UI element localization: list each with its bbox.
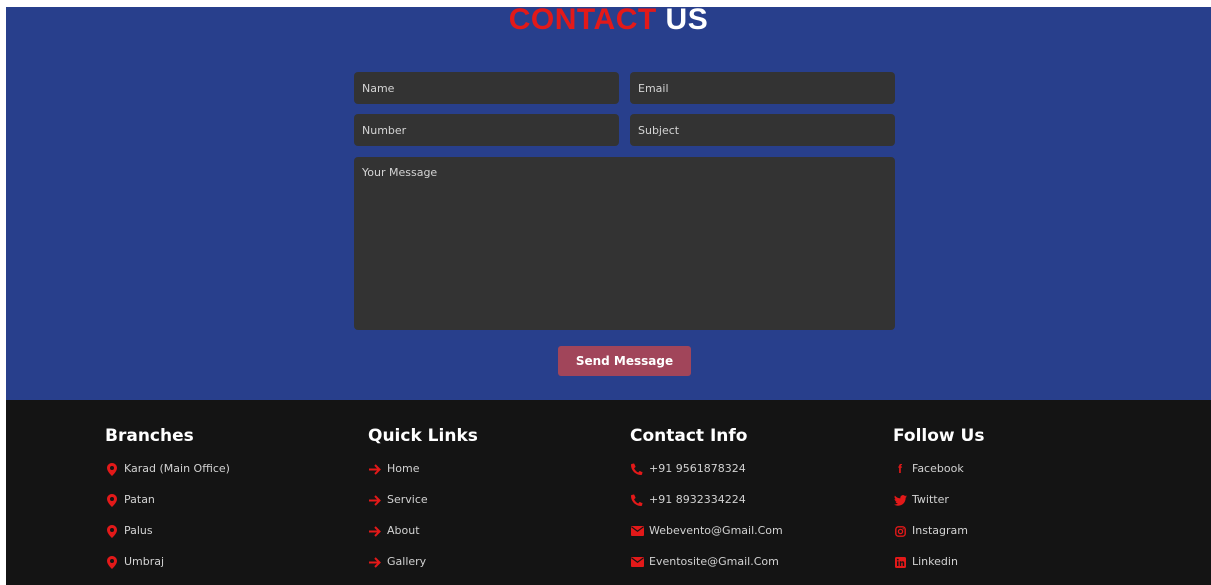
- contact-heading-accent: CONTACT: [508, 3, 657, 36]
- facebook-icon: f: [898, 462, 902, 476]
- branch-label: Umbraj: [124, 555, 165, 568]
- branches-title: Branches: [105, 426, 194, 446]
- map-pin-icon: [105, 555, 119, 569]
- branch-item[interactable]: Umbraj: [105, 555, 355, 585]
- contact-email-text: Webevento@Gmail.Com: [649, 524, 783, 537]
- contact-email-item[interactable]: Webevento@Gmail.Com: [630, 524, 880, 555]
- contact-info-title: Contact Info: [630, 426, 748, 446]
- branch-item[interactable]: Karad (Main Office): [105, 462, 355, 493]
- quick-link-label: Service: [387, 493, 428, 506]
- email-input[interactable]: [630, 72, 895, 104]
- branch-label: Karad (Main Office): [124, 462, 230, 475]
- arrow-right-icon: [368, 493, 382, 507]
- follow-us-column: Follow Us f Facebook Twitter Instagram L…: [893, 426, 1143, 585]
- branch-item[interactable]: Patan: [105, 493, 355, 524]
- footer: Branches Karad (Main Office) Patan Palus: [6, 400, 1211, 585]
- social-label: Facebook: [912, 462, 964, 475]
- quick-link-label: Home: [387, 462, 420, 475]
- name-input[interactable]: [354, 72, 619, 104]
- contact-email-text: Eventosite@Gmail.Com: [649, 555, 779, 568]
- map-pin-icon: [105, 493, 119, 507]
- envelope-icon: [630, 555, 644, 569]
- branch-label: Palus: [124, 524, 153, 537]
- phone-icon: [630, 462, 644, 476]
- number-input[interactable]: [354, 114, 619, 146]
- social-label: Twitter: [912, 493, 949, 506]
- social-link-facebook[interactable]: f Facebook: [893, 462, 1143, 493]
- quick-link-label: About: [387, 524, 420, 537]
- branch-item[interactable]: Palus: [105, 524, 355, 555]
- branches-column: Branches Karad (Main Office) Patan Palus: [105, 426, 355, 585]
- contact-heading: CONTACT US: [6, 5, 1211, 35]
- quick-link-gallery[interactable]: Gallery: [368, 555, 618, 585]
- quick-links-title: Quick Links: [368, 426, 478, 446]
- contact-phone-text: +91 9561878324: [649, 462, 746, 475]
- arrow-right-icon: [368, 524, 382, 538]
- twitter-icon: [893, 493, 907, 507]
- quick-links-column: Quick Links Home Service About Gallery: [368, 426, 618, 585]
- arrow-right-icon: [368, 462, 382, 476]
- envelope-icon: [630, 524, 644, 538]
- phone-icon: [630, 493, 644, 507]
- quick-link-label: Gallery: [387, 555, 427, 568]
- social-link-twitter[interactable]: Twitter: [893, 493, 1143, 524]
- arrow-right-icon: [368, 555, 382, 569]
- map-pin-icon: [105, 524, 119, 538]
- send-message-button[interactable]: Send Message: [558, 346, 691, 376]
- branch-label: Patan: [124, 493, 155, 506]
- instagram-icon: [893, 524, 907, 538]
- quick-link-home[interactable]: Home: [368, 462, 618, 493]
- contact-phone-text: +91 8932334224: [649, 493, 746, 506]
- contact-section: CONTACT US Send Message: [6, 5, 1211, 400]
- linkedin-icon: [893, 555, 907, 569]
- quick-link-service[interactable]: Service: [368, 493, 618, 524]
- contact-email-item[interactable]: Eventosite@Gmail.Com: [630, 555, 880, 585]
- social-link-linkedin[interactable]: Linkedin: [893, 555, 1143, 585]
- contact-phone-item[interactable]: +91 8932334224: [630, 493, 880, 524]
- contact-info-column: Contact Info +91 9561878324 +91 89323342…: [630, 426, 880, 585]
- social-label: Instagram: [912, 524, 968, 537]
- contact-phone-item[interactable]: +91 9561878324: [630, 462, 880, 493]
- social-link-instagram[interactable]: Instagram: [893, 524, 1143, 555]
- subject-input[interactable]: [630, 114, 895, 146]
- quick-link-about[interactable]: About: [368, 524, 618, 555]
- message-textarea[interactable]: [354, 157, 895, 330]
- contact-heading-rest: US: [665, 3, 709, 36]
- map-pin-icon: [105, 462, 119, 476]
- social-label: Linkedin: [912, 555, 958, 568]
- follow-us-title: Follow Us: [893, 426, 985, 446]
